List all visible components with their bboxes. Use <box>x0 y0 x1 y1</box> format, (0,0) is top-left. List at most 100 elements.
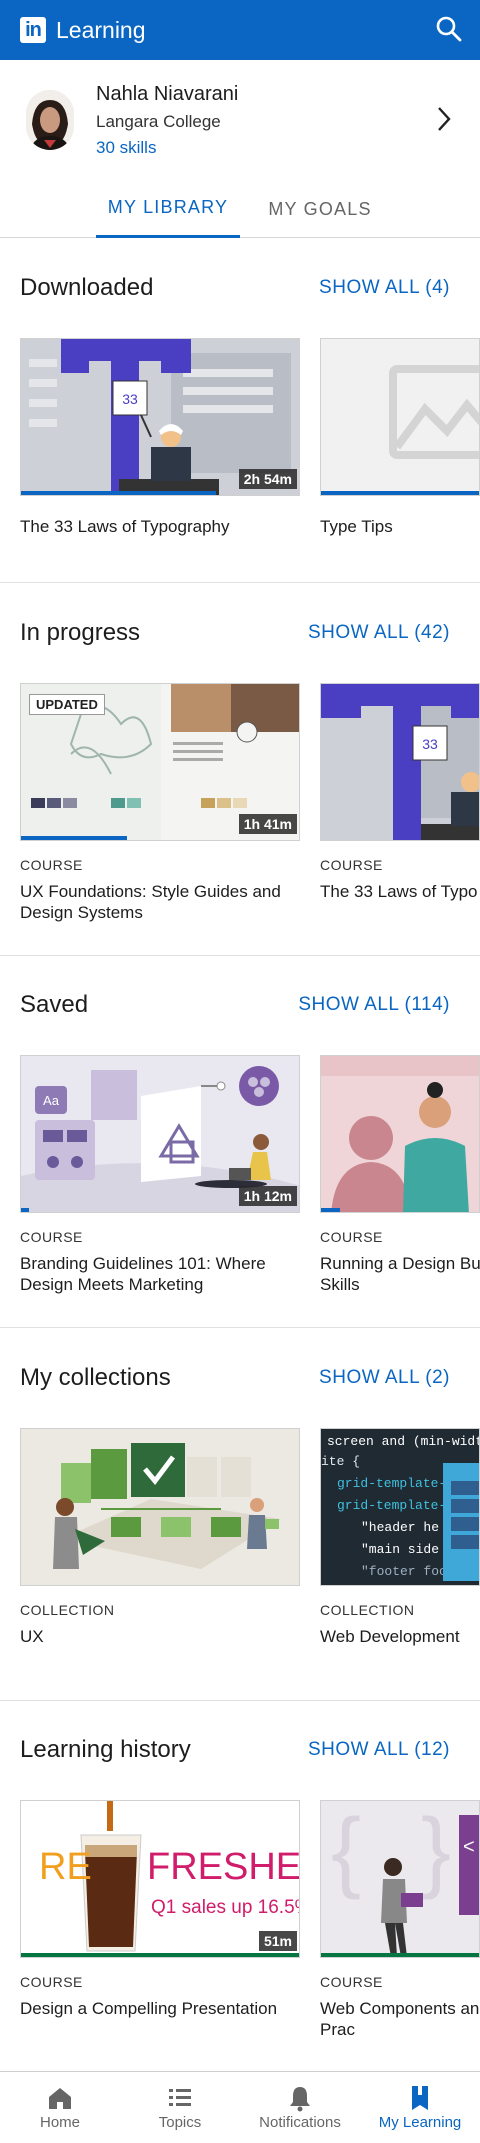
section-title: My collections <box>20 1364 171 1391</box>
progress-bar <box>21 491 216 495</box>
section-divider <box>0 1700 480 1701</box>
profile-skills[interactable]: 30 skills <box>96 138 238 158</box>
nav-label: Notifications <box>259 2114 341 2131</box>
section-divider <box>0 582 480 583</box>
nav-label: My Learning <box>378 2114 462 2131</box>
progress-bar <box>21 1208 30 1212</box>
bottom-navigation: Home Topics Notifications My Learning <box>0 2071 480 2143</box>
progress-bar-complete <box>21 1953 299 1957</box>
section-divider <box>0 1327 480 1328</box>
course-title: Branding Guidelines 101: Where Design Me… <box>20 1254 266 1294</box>
course-card[interactable]: 33 COURSE The 33 Laws of Typo <box>320 683 480 902</box>
svg-text:{: { <box>331 1801 361 1901</box>
code-line: ite { <box>321 1454 360 1469</box>
course-thumbnail: 33 <box>320 683 480 841</box>
section-title: Learning history <box>20 1736 191 1763</box>
show-all-button[interactable]: SHOW ALL (2) <box>319 1367 450 1389</box>
linkedin-logo: in <box>20 17 46 43</box>
course-thumbnail: Aa 1h 12m <box>20 1055 300 1213</box>
content-type: COURSE <box>320 1229 383 1245</box>
course-thumbnail <box>320 338 480 496</box>
svg-text:}: } <box>421 1801 451 1901</box>
duration-badge: 1h 41m <box>238 814 297 834</box>
course-title: UX Foundations: Style Guides and Design … <box>20 882 281 922</box>
scroll-content[interactable]: in Learning Nahla Niavarani Langara Coll… <box>0 0 480 2071</box>
tab-my-library[interactable]: MY LIBRARY <box>96 180 240 238</box>
course-title: Design a Compelling Presentation <box>20 1999 278 2018</box>
progress-bar-complete <box>321 1953 479 1957</box>
bookmark-icon <box>412 2086 428 2110</box>
search-button[interactable] <box>434 14 464 44</box>
profile-row[interactable]: Nahla Niavarani Langara College 30 skill… <box>0 60 480 180</box>
course-title: Web Components an Modularization: Prac <box>320 1999 480 2039</box>
aa-glyph: Aa <box>43 1093 60 1108</box>
course-card[interactable]: RE FRESHED! Q1 sales up 16.5% 51m COURSE… <box>20 1800 300 2019</box>
course-card[interactable]: COURSE Running a Design Bu Presentation … <box>320 1055 480 1295</box>
typography-number: 33 <box>122 391 138 407</box>
search-icon <box>436 16 462 42</box>
collection-card[interactable]: screen and (min-widt ite { grid-template… <box>320 1428 480 1647</box>
show-all-button[interactable]: SHOW ALL (4) <box>319 277 450 299</box>
course-thumbnail: { } < <box>320 1800 480 1958</box>
svg-text:<: < <box>463 1836 475 1858</box>
refreshed-subtext: Q1 sales up 16.5% <box>151 1897 300 1918</box>
collection-thumbnail: screen and (min-widt ite { grid-template… <box>320 1428 480 1586</box>
collection-title: UX <box>20 1627 44 1646</box>
section-title: Downloaded <box>20 274 154 301</box>
content-type: COURSE <box>20 1974 83 1990</box>
duration-badge: 51m <box>258 1931 297 1951</box>
collection-card[interactable]: COLLECTION UX <box>20 1428 300 1647</box>
content-type: COLLECTION <box>320 1602 415 1618</box>
progress-bar <box>21 836 127 840</box>
tab-bar: MY LIBRARY MY GOALS <box>0 180 480 238</box>
course-title: Running a Design Bu Presentation Skills <box>320 1254 480 1294</box>
section-divider <box>0 955 480 956</box>
refreshed-word: FRESHED! <box>147 1846 300 1888</box>
course-title: The 33 Laws of Typo <box>320 882 478 901</box>
nav-my-learning[interactable]: My Learning <box>360 2072 480 2143</box>
collection-title: Web Development <box>320 1627 460 1646</box>
refreshed-re: RE <box>39 1846 92 1888</box>
course-thumbnail: 33 2h 54m <box>20 338 300 496</box>
duration-badge: 1h 12m <box>238 1186 297 1206</box>
app-bar: in Learning <box>0 0 480 60</box>
profile-college: Langara College <box>96 111 221 131</box>
nav-label: Home <box>39 2114 80 2131</box>
course-thumbnail: UPDATED 1h 41m <box>20 683 300 841</box>
code-line: "main side <box>361 1542 439 1557</box>
course-card[interactable]: Type Tips <box>320 338 480 537</box>
updated-badge: UPDATED <box>29 694 105 715</box>
code-line: screen and (min-widt <box>327 1434 480 1449</box>
section-title: Saved <box>20 991 89 1018</box>
course-card[interactable]: Aa 1h 12m COURSE Branding Guidelines 101… <box>20 1055 300 1295</box>
nav-notifications[interactable]: Notifications <box>240 2072 360 2143</box>
progress-bar <box>321 1208 340 1212</box>
course-card[interactable]: 33 2h 54m The 33 Laws of Typography <box>20 338 300 537</box>
show-all-button[interactable]: SHOW ALL (114) <box>298 994 450 1016</box>
avatar <box>26 90 74 150</box>
app-title: Learning <box>56 16 146 43</box>
duration-badge: 2h 54m <box>238 469 297 489</box>
show-all-button[interactable]: SHOW ALL (12) <box>308 1739 450 1761</box>
content-type: COURSE <box>20 857 83 873</box>
course-card[interactable]: { } < COURSE Web Components an Modulariz… <box>320 1800 480 2040</box>
course-title: Type Tips <box>320 517 393 536</box>
section-title: In progress <box>20 619 141 646</box>
chevron-right-icon[interactable] <box>434 104 454 134</box>
topics-icon <box>169 2089 191 2106</box>
tab-my-goals[interactable]: MY GOALS <box>252 180 388 238</box>
course-thumbnail: RE FRESHED! Q1 sales up 16.5% 51m <box>20 1800 300 1958</box>
collection-thumbnail <box>20 1428 300 1586</box>
content-type: COURSE <box>320 1974 383 1990</box>
content-type: COURSE <box>20 1229 83 1245</box>
content-type: COURSE <box>320 857 383 873</box>
nav-home[interactable]: Home <box>0 2072 120 2143</box>
nav-label: Topics <box>158 2114 202 2131</box>
progress-bar <box>321 491 479 495</box>
course-card[interactable]: UPDATED 1h 41m COURSE UX Foundations: St… <box>20 683 300 923</box>
nav-topics[interactable]: Topics <box>120 2072 240 2143</box>
code-line: grid-template- <box>337 1498 446 1513</box>
content-type: COLLECTION <box>20 1602 115 1618</box>
profile-name: Nahla Niavarani <box>96 82 239 105</box>
show-all-button[interactable]: SHOW ALL (42) <box>308 622 450 644</box>
